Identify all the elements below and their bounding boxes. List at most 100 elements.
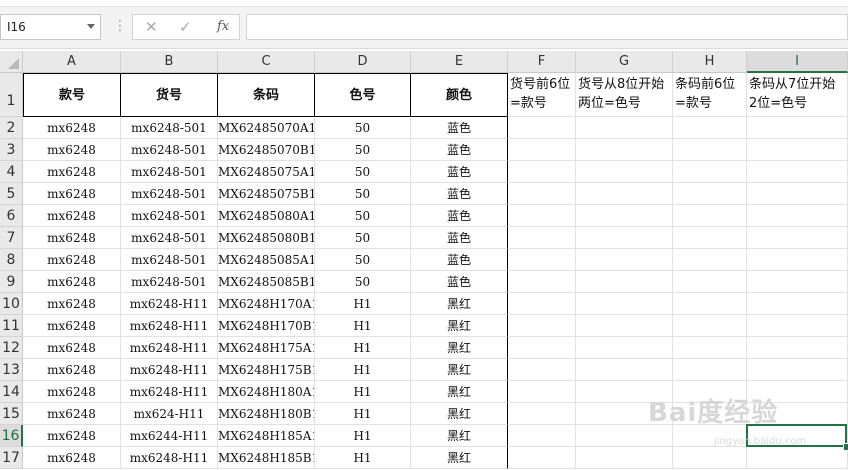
cell-a5[interactable]: mx6248 xyxy=(23,183,121,205)
chevron-down-icon[interactable] xyxy=(87,24,95,29)
cell-h7[interactable] xyxy=(673,227,747,249)
cell-d7[interactable]: 50 xyxy=(315,227,411,249)
cell-d10[interactable]: H1 xyxy=(315,293,411,315)
cell-f16[interactable] xyxy=(508,425,576,447)
cell-i12[interactable] xyxy=(747,337,848,359)
cell-a7[interactable]: mx6248 xyxy=(23,227,121,249)
cell-c4[interactable]: MX62485075A1 xyxy=(218,161,315,183)
cell-f4[interactable] xyxy=(508,161,576,183)
cell-d6[interactable]: 50 xyxy=(315,205,411,227)
cell-e17[interactable]: 黑红 xyxy=(411,447,508,469)
note-cell-g[interactable]: 货号从8位开始 两位=色号 xyxy=(576,73,673,117)
cell-d11[interactable]: H1 xyxy=(315,315,411,337)
cell-f10[interactable] xyxy=(508,293,576,315)
cell-i4[interactable] xyxy=(747,161,848,183)
cell-i5[interactable] xyxy=(747,183,848,205)
cell-h6[interactable] xyxy=(673,205,747,227)
cell-f7[interactable] xyxy=(508,227,576,249)
cell-h17[interactable] xyxy=(673,447,747,469)
header-cell-c[interactable]: 条码 xyxy=(218,73,315,117)
cell-b16[interactable]: mx6244-H11 xyxy=(121,425,218,447)
cell-g7[interactable] xyxy=(576,227,673,249)
cell-d4[interactable]: 50 xyxy=(315,161,411,183)
cell-g11[interactable] xyxy=(576,315,673,337)
row-header-8[interactable]: 8 xyxy=(0,249,23,271)
header-cell-e[interactable]: 颜色 xyxy=(411,73,508,117)
row-header-3[interactable]: 3 xyxy=(0,139,23,161)
cell-f17[interactable] xyxy=(508,447,576,469)
note-cell-i[interactable]: 条码从7位开始 2位=色号 xyxy=(747,73,848,117)
header-cell-b[interactable]: 货号 xyxy=(121,73,218,117)
cell-f9[interactable] xyxy=(508,271,576,293)
cell-b2[interactable]: mx6248-501 xyxy=(121,117,218,139)
cell-i8[interactable] xyxy=(747,249,848,271)
row-header-4[interactable]: 4 xyxy=(0,161,23,183)
cell-d17[interactable]: H1 xyxy=(315,447,411,469)
cell-g3[interactable] xyxy=(576,139,673,161)
cell-c3[interactable]: MX62485070B1 xyxy=(218,139,315,161)
cell-e15[interactable]: 黑红 xyxy=(411,403,508,425)
cell-e6[interactable]: 蓝色 xyxy=(411,205,508,227)
cell-i6[interactable] xyxy=(747,205,848,227)
cell-b7[interactable]: mx6248-501 xyxy=(121,227,218,249)
cell-f13[interactable] xyxy=(508,359,576,381)
cell-i13[interactable] xyxy=(747,359,848,381)
cell-b8[interactable]: mx6248-501 xyxy=(121,249,218,271)
cell-h4[interactable] xyxy=(673,161,747,183)
cell-b10[interactable]: mx6248-H11 xyxy=(121,293,218,315)
cell-i2[interactable] xyxy=(747,117,848,139)
cell-g12[interactable] xyxy=(576,337,673,359)
row-header-6[interactable]: 6 xyxy=(0,205,23,227)
note-cell-h[interactable]: 条码前6位 =款号 xyxy=(673,73,747,117)
insert-function-icon[interactable]: fx xyxy=(217,19,229,34)
cell-f12[interactable] xyxy=(508,337,576,359)
cell-a6[interactable]: mx6248 xyxy=(23,205,121,227)
cell-g17[interactable] xyxy=(576,447,673,469)
cell-a2[interactable]: mx6248 xyxy=(23,117,121,139)
cell-g9[interactable] xyxy=(576,271,673,293)
cell-c12[interactable]: MX6248H175A1 xyxy=(218,337,315,359)
cell-e14[interactable]: 黑红 xyxy=(411,381,508,403)
cell-c7[interactable]: MX62485080B1 xyxy=(218,227,315,249)
cell-g4[interactable] xyxy=(576,161,673,183)
cell-c6[interactable]: MX62485080A1 xyxy=(218,205,315,227)
row-header-13[interactable]: 13 xyxy=(0,359,23,381)
row-header-10[interactable]: 10 xyxy=(0,293,23,315)
cell-h8[interactable] xyxy=(673,249,747,271)
name-box[interactable]: I16 xyxy=(0,14,101,40)
cell-e16[interactable]: 黑红 xyxy=(411,425,508,447)
cancel-icon[interactable]: ✕ xyxy=(145,18,158,36)
cell-h13[interactable] xyxy=(673,359,747,381)
cell-g8[interactable] xyxy=(576,249,673,271)
cell-a4[interactable]: mx6248 xyxy=(23,161,121,183)
cell-i17[interactable] xyxy=(747,447,848,469)
cell-h11[interactable] xyxy=(673,315,747,337)
cell-b17[interactable]: mx6248-H11 xyxy=(121,447,218,469)
column-header-a[interactable]: A xyxy=(23,51,121,73)
fill-handle[interactable] xyxy=(843,443,848,451)
cell-b12[interactable]: mx6248-H11 xyxy=(121,337,218,359)
header-cell-d[interactable]: 色号 xyxy=(315,73,411,117)
select-all-button[interactable] xyxy=(0,51,23,73)
cell-c15[interactable]: MX6248H180B1 xyxy=(218,403,315,425)
cell-c5[interactable]: MX62485075B1 xyxy=(218,183,315,205)
row-header-9[interactable]: 9 xyxy=(0,271,23,293)
cell-c10[interactable]: MX6248H170A1 xyxy=(218,293,315,315)
cell-c16[interactable]: MX6248H185A1 xyxy=(218,425,315,447)
cell-h12[interactable] xyxy=(673,337,747,359)
cell-f2[interactable] xyxy=(508,117,576,139)
cell-b15[interactable]: mx624-H11 xyxy=(121,403,218,425)
column-header-i[interactable]: I xyxy=(747,51,848,73)
cell-f3[interactable] xyxy=(508,139,576,161)
column-header-b[interactable]: B xyxy=(121,51,218,73)
column-header-g[interactable]: G xyxy=(576,51,673,73)
cell-e11[interactable]: 黑红 xyxy=(411,315,508,337)
cell-i7[interactable] xyxy=(747,227,848,249)
row-header-16[interactable]: 16 xyxy=(0,425,23,447)
cell-a16[interactable]: mx6248 xyxy=(23,425,121,447)
row-header-1[interactable]: 1 xyxy=(0,73,23,117)
cell-g5[interactable] xyxy=(576,183,673,205)
cell-a11[interactable]: mx6248 xyxy=(23,315,121,337)
cell-e13[interactable]: 黑红 xyxy=(411,359,508,381)
cell-a10[interactable]: mx6248 xyxy=(23,293,121,315)
